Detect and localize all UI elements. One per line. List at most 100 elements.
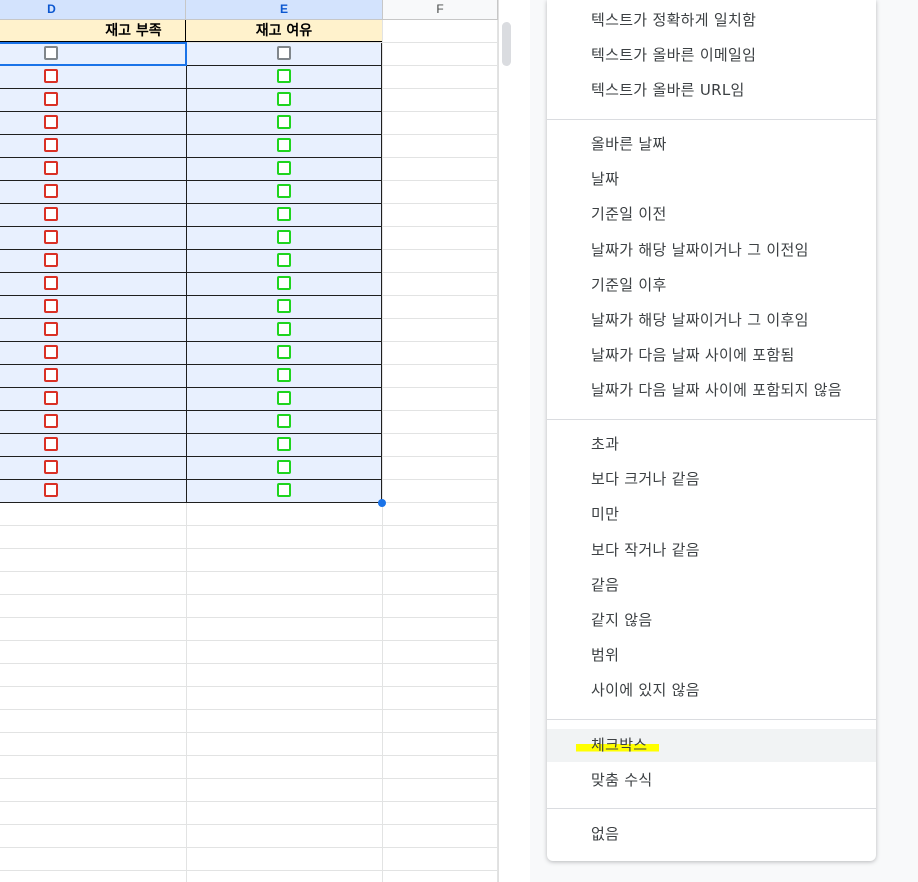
menu-item[interactable]: 텍스트가 정확하게 일치함 (547, 4, 876, 37)
column-header-e[interactable]: E (186, 0, 383, 19)
table-row (0, 250, 382, 273)
shortage-checkbox[interactable] (44, 414, 58, 428)
surplus-checkbox[interactable] (277, 276, 291, 290)
table-row (0, 112, 382, 135)
checkbox-data-range[interactable] (0, 43, 382, 503)
table-row (0, 434, 382, 457)
shortage-checkbox[interactable] (44, 253, 58, 267)
menu-item[interactable]: 올바른 날짜 (547, 128, 876, 161)
surplus-checkbox[interactable] (277, 138, 291, 152)
shortage-checkbox[interactable] (44, 276, 58, 290)
cell-grid[interactable]: 재고 부족 재고 여유 (0, 20, 498, 882)
menu-item[interactable]: 없음 (547, 818, 876, 851)
menu-divider (547, 119, 876, 120)
surplus-checkbox[interactable] (277, 253, 291, 267)
surplus-checkbox[interactable] (277, 115, 291, 129)
menu-item[interactable]: 날짜 (547, 163, 876, 196)
shortage-checkbox[interactable] (44, 115, 58, 129)
vertical-scrollbar[interactable] (498, 0, 515, 882)
surplus-checkbox[interactable] (277, 414, 291, 428)
surplus-checkbox[interactable] (277, 184, 291, 198)
column-header-d[interactable]: D (0, 0, 186, 19)
table-row (0, 296, 382, 319)
scrollbar-thumb[interactable] (502, 22, 511, 66)
menu-item[interactable]: 보다 작거나 같음 (547, 534, 876, 567)
surplus-checkbox[interactable] (277, 322, 291, 336)
menu-item[interactable]: 미만 (547, 498, 876, 531)
surplus-checkbox[interactable] (277, 483, 291, 497)
surplus-checkbox[interactable] (277, 345, 291, 359)
menu-item[interactable]: 범위 (547, 639, 876, 672)
menu-divider (547, 419, 876, 420)
table-row (0, 411, 382, 434)
shortage-checkbox[interactable] (44, 437, 58, 451)
menu-item-label: 범위 (591, 646, 620, 665)
table-row (0, 227, 382, 250)
menu-item-label: 날짜가 다음 날짜 사이에 포함됨 (591, 346, 795, 365)
surplus-checkbox[interactable] (277, 368, 291, 382)
menu-item[interactable]: 맞춤 수식 (547, 764, 876, 797)
shortage-checkbox[interactable] (44, 161, 58, 175)
header-shortage-label: 재고 부족 (105, 23, 162, 39)
shortage-checkbox[interactable] (44, 207, 58, 221)
menu-item-label: 없음 (591, 825, 620, 843)
menu-item[interactable]: 보다 크거나 같음 (547, 463, 876, 496)
menu-divider (547, 719, 876, 720)
surplus-checkbox[interactable] (277, 46, 291, 60)
shortage-checkbox[interactable] (44, 391, 58, 405)
menu-item[interactable]: 사이에 있지 않음 (547, 674, 876, 707)
surplus-checkbox[interactable] (277, 92, 291, 106)
surplus-checkbox[interactable] (277, 207, 291, 221)
surplus-checkbox[interactable] (277, 460, 291, 474)
active-cell-outline (0, 42, 187, 66)
menu-item[interactable]: 체크박스 (547, 729, 876, 762)
shortage-checkbox[interactable] (44, 69, 58, 83)
menu-item[interactable]: 날짜가 다음 날짜 사이에 포함되지 않음 (547, 374, 876, 407)
fill-handle[interactable] (378, 499, 386, 507)
menu-item[interactable]: 기준일 이전 (547, 198, 876, 231)
surplus-checkbox[interactable] (277, 391, 291, 405)
menu-item-label: 미만 (591, 505, 620, 524)
menu-item-label: 날짜가 다음 날짜 사이에 포함되지 않음 (591, 381, 842, 400)
menu-item[interactable]: 날짜가 다음 날짜 사이에 포함됨 (547, 339, 876, 372)
shortage-checkbox[interactable] (44, 138, 58, 152)
table-row (0, 365, 382, 388)
menu-item[interactable]: 텍스트가 올바른 URL임 (547, 74, 876, 107)
menu-item[interactable]: 날짜가 해당 날짜이거나 그 이전임 (547, 234, 876, 267)
shortage-checkbox[interactable] (44, 322, 58, 336)
table-row (0, 342, 382, 365)
shortage-checkbox[interactable] (44, 368, 58, 382)
menu-item[interactable]: 텍스트가 올바른 이메일임 (547, 39, 876, 72)
shortage-checkbox[interactable] (44, 483, 58, 497)
header-cell-shortage[interactable]: 재고 부족 (0, 20, 186, 42)
shortage-checkbox[interactable] (44, 230, 58, 244)
menu-item-label: 보다 크거나 같음 (591, 470, 700, 489)
menu-item-label: 체크박스 (576, 736, 660, 754)
menu-item-label: 올바른 날짜 (591, 135, 667, 153)
column-header-f[interactable]: F (383, 0, 498, 19)
shortage-checkbox[interactable] (44, 299, 58, 313)
table-row (0, 66, 382, 89)
menu-item-label: 같음 (591, 575, 620, 594)
shortage-checkbox[interactable] (44, 345, 58, 359)
surplus-checkbox[interactable] (277, 299, 291, 313)
surplus-checkbox[interactable] (277, 69, 291, 83)
spreadsheet-grid: D E F 재고 부족 재고 여유 (0, 0, 530, 882)
menu-item-label: 날짜 (591, 170, 620, 189)
menu-item[interactable]: 날짜가 해당 날짜이거나 그 이후임 (547, 304, 876, 337)
shortage-checkbox[interactable] (44, 184, 58, 198)
menu-item[interactable]: 기준일 이후 (547, 269, 876, 302)
shortage-checkbox[interactable] (44, 92, 58, 106)
menu-item[interactable]: 초과 (547, 428, 876, 461)
table-row (0, 388, 382, 411)
header-cell-surplus[interactable]: 재고 여유 (186, 20, 382, 42)
shortage-checkbox[interactable] (44, 460, 58, 474)
menu-item[interactable]: 같지 않음 (547, 604, 876, 637)
menu-item-label: 날짜가 해당 날짜이거나 그 이후임 (591, 311, 809, 329)
menu-item-label: 텍스트가 정확하게 일치함 (591, 11, 757, 29)
surplus-checkbox[interactable] (277, 437, 291, 451)
table-row (0, 181, 382, 204)
menu-item[interactable]: 같음 (547, 569, 876, 602)
surplus-checkbox[interactable] (277, 161, 291, 175)
surplus-checkbox[interactable] (277, 230, 291, 244)
